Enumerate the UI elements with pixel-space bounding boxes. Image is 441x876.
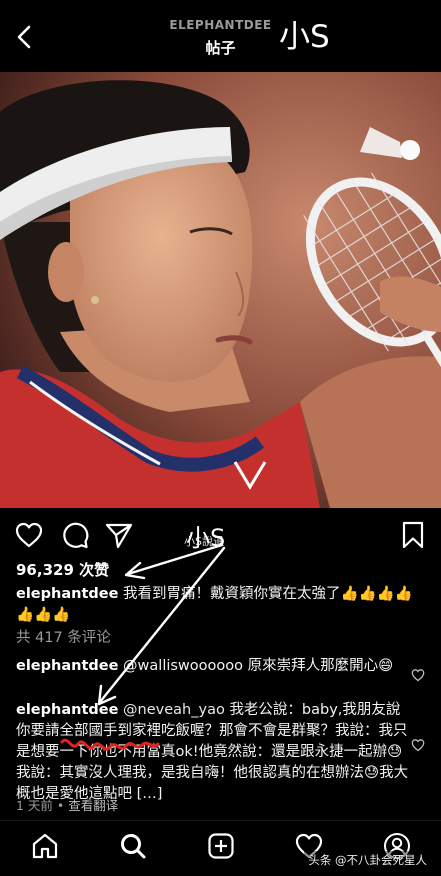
comment-text: 原來崇拜人那麼開心😄: [247, 658, 394, 674]
comment-username[interactable]: elephantdee: [16, 702, 118, 718]
comment-icon[interactable]: [60, 520, 90, 550]
home-icon[interactable]: [30, 831, 60, 861]
view-all-comments-link[interactable]: 共 417 条评论: [16, 628, 111, 649]
comment-item: elephantdee @walliswoooooo 原來崇拜人那麼開心😄: [16, 656, 411, 677]
see-translation-link[interactable]: 查看翻译: [68, 798, 118, 813]
heart-icon[interactable]: [14, 520, 44, 550]
top-bar: ELEPHANTDEE 帖子 小S: [0, 0, 441, 72]
source-watermark: 头条 @不八卦会死星人: [304, 851, 431, 869]
bookmark-icon[interactable]: [398, 520, 428, 550]
comment-username[interactable]: elephantdee: [16, 658, 118, 674]
arrow-to-comment: [97, 546, 226, 706]
caption: elephantdee 我看到胃痛！戴資穎你實在太強了👍👍👍👍👍👍👍: [16, 584, 426, 626]
comment-like-heart-icon[interactable]: [411, 738, 425, 752]
watermark-text-2: 小S: [186, 524, 226, 552]
page-title: 帖子: [205, 39, 236, 57]
comment-item: elephantdee @neveah_yao 我老公說：baby,我朋友說你要…: [16, 700, 411, 805]
comment-mention[interactable]: @neveah_yao: [123, 702, 225, 718]
post-timestamp: 1 天前 • 查看翻译: [16, 798, 119, 813]
comment-like-heart-icon[interactable]: [411, 668, 425, 682]
search-icon[interactable]: [118, 831, 148, 861]
comment-mention[interactable]: @walliswoooooo: [123, 658, 243, 674]
header-username: ELEPHANTDEE: [169, 18, 272, 32]
share-icon[interactable]: [104, 520, 134, 550]
likes-count[interactable]: 96,329 次赞: [16, 560, 109, 581]
add-post-icon[interactable]: [206, 831, 236, 861]
post-image[interactable]: [0, 72, 441, 508]
caption-username[interactable]: elephantdee: [16, 586, 118, 602]
post-photo-illustration: [0, 72, 441, 508]
time-ago: 1 天前: [16, 798, 53, 813]
watermark-text: 小S: [279, 19, 330, 55]
